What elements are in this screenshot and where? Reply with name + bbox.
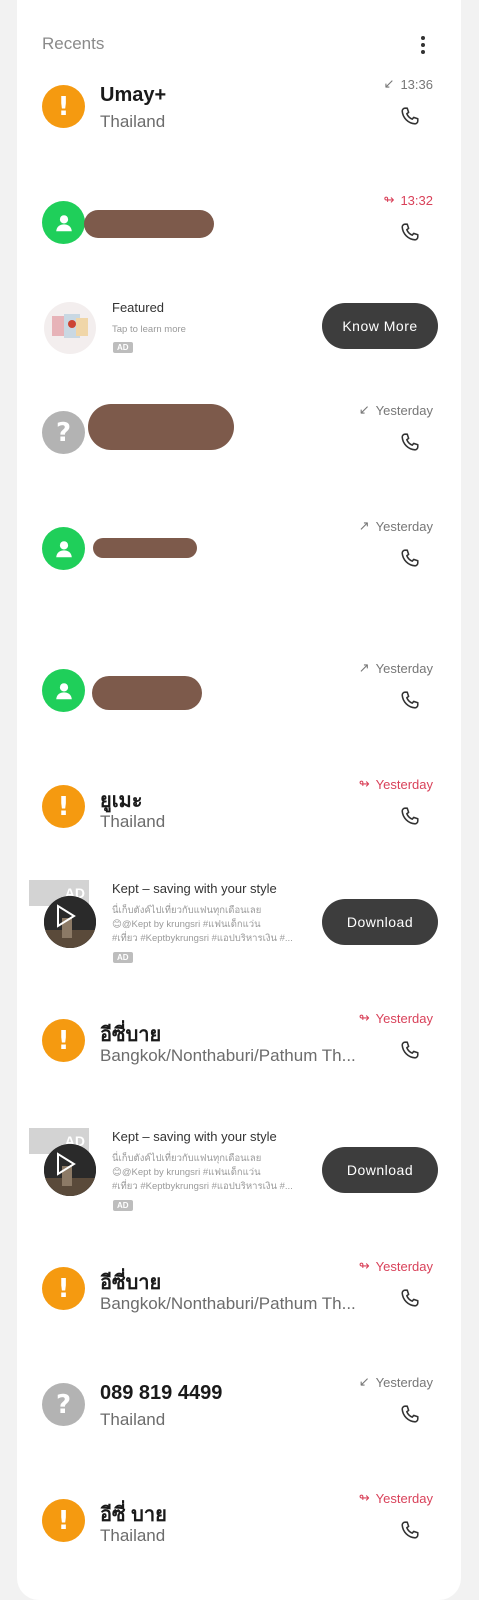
call-log-row[interactable]: ! อีซี่บาย Bangkok/Nonthaburi/Pathum Th.… — [0, 1006, 479, 1086]
call-log-row[interactable]: ? 089 819 4499 Thailand ↙ Yesterday — [0, 1370, 479, 1450]
call-time: ↬ Yesterday — [359, 1258, 433, 1274]
contact-location: Thailand — [100, 1526, 166, 1545]
contact-location: Thailand — [100, 1410, 166, 1429]
redacted-name — [93, 538, 197, 558]
call-log-row[interactable]: ↗ Yesterday — [0, 514, 479, 594]
call-time-text: Yesterday — [375, 518, 433, 534]
page-title: Recents — [42, 34, 105, 53]
contact-avatar-icon — [42, 669, 85, 712]
ad-badge: AD — [113, 342, 133, 353]
ad-description-line: #เที่ยว #Keptbykrungsri #แอปบริหารเงิน #… — [112, 1181, 293, 1192]
call-time: ↙ Yesterday — [359, 402, 433, 418]
redacted-name — [84, 210, 214, 238]
call-time: ↬ 13:32 — [384, 192, 433, 208]
call-log-row[interactable]: ! Umay+ Thailand ↙ 13:36 — [0, 72, 479, 152]
missed-call-icon: ↬ — [358, 1010, 370, 1025]
incoming-call-icon: ↙ — [358, 402, 370, 417]
missed-call-icon: ↬ — [358, 776, 370, 791]
ad-thumbnail — [44, 302, 96, 354]
spam-warning-icon: ! — [42, 1019, 85, 1062]
kept-ad[interactable]: AD Kept – saving with your style นี่เก็บ… — [0, 1126, 479, 1222]
ad-title: Kept – saving with your style — [112, 881, 277, 896]
call-time: ↬ Yesterday — [359, 1490, 433, 1506]
incoming-call-icon: ↙ — [383, 76, 395, 91]
download-button[interactable]: Download — [322, 899, 438, 945]
ad-title: Kept – saving with your style — [112, 1129, 277, 1144]
phone-call-icon[interactable] — [399, 431, 421, 453]
call-log-row[interactable]: ↬ 13:32 — [0, 188, 479, 268]
call-log-row[interactable]: ! อีซี่ บาย Thailand ↬ Yesterday — [0, 1486, 479, 1566]
call-time: ↗ Yesterday — [359, 518, 433, 534]
call-time-text: 13:36 — [400, 76, 433, 92]
contact-location: Bangkok/Nonthaburi/Pathum Th... — [100, 1294, 356, 1313]
call-time-text: Yesterday — [375, 776, 433, 792]
outgoing-call-icon: ↗ — [358, 518, 370, 533]
unknown-caller-icon: ? — [42, 411, 85, 454]
phone-call-icon[interactable] — [399, 105, 421, 127]
phone-call-icon[interactable] — [399, 805, 421, 827]
contact-name: Umay+ — [100, 84, 167, 106]
missed-call-icon: ↬ — [358, 1490, 370, 1505]
featured-ad[interactable]: Featured Tap to learn more AD Know More — [0, 290, 479, 370]
call-time-text: Yesterday — [375, 660, 433, 676]
call-log-row[interactable]: ! อีซี่บาย Bangkok/Nonthaburi/Pathum Th.… — [0, 1254, 479, 1334]
ad-description-line: นี่เก็บตังค์ไปเที่ยวกับแฟนทุกเดือนเลย — [112, 905, 262, 916]
outgoing-call-icon: ↗ — [358, 660, 370, 675]
call-log-row[interactable]: ↗ Yesterday — [0, 656, 479, 736]
kept-ad[interactable]: AD Kept – saving with your style นี่เก็บ… — [0, 878, 479, 974]
recents-header: Recents — [42, 34, 442, 58]
contact-avatar-icon — [42, 527, 85, 570]
ad-description-line: #เที่ยว #Keptbykrungsri #แอปบริหารเงิน #… — [112, 933, 293, 944]
ad-badge: AD — [113, 952, 133, 963]
ad-description-line: 😊@Kept by krungsri #แฟนเด็กแว่น — [112, 1167, 261, 1178]
ad-description-line: 😊@Kept by krungsri #แฟนเด็กแว่น — [112, 919, 261, 930]
unknown-caller-icon: ? — [42, 1383, 85, 1426]
contact-avatar-icon — [42, 201, 85, 244]
call-time-text: Yesterday — [375, 1258, 433, 1274]
call-time: ↙ 13:36 — [384, 76, 433, 92]
video-thumbnail — [44, 896, 96, 948]
call-time-text: Yesterday — [375, 402, 433, 418]
spam-warning-icon: ! — [42, 1499, 85, 1542]
phone-call-icon[interactable] — [399, 1287, 421, 1309]
call-time: ↙ Yesterday — [359, 1374, 433, 1390]
redacted-name — [92, 676, 202, 710]
phone-call-icon[interactable] — [399, 1519, 421, 1541]
call-time: ↬ Yesterday — [359, 1010, 433, 1026]
phone-call-icon[interactable] — [399, 689, 421, 711]
ad-description: Tap to learn more — [112, 324, 186, 335]
phone-call-icon[interactable] — [399, 1039, 421, 1061]
video-thumbnail — [44, 1144, 96, 1196]
call-log-row[interactable]: ? ↙ Yesterday — [0, 398, 479, 478]
contact-location: Thailand — [100, 812, 166, 831]
missed-call-icon: ↬ — [358, 1258, 370, 1273]
ad-description-line: นี่เก็บตังค์ไปเที่ยวกับแฟนทุกเดือนเลย — [112, 1153, 262, 1164]
redacted-name — [88, 404, 234, 450]
know-more-button[interactable]: Know More — [322, 303, 438, 349]
phone-call-icon[interactable] — [399, 221, 421, 243]
spam-warning-icon: ! — [42, 1267, 85, 1310]
download-button[interactable]: Download — [322, 1147, 438, 1193]
contact-location: Thailand — [100, 112, 166, 131]
call-time-text: 13:32 — [400, 192, 433, 208]
call-time: ↬ Yesterday — [359, 776, 433, 792]
missed-call-icon: ↬ — [383, 192, 395, 207]
contact-location: Bangkok/Nonthaburi/Pathum Th... — [100, 1046, 356, 1065]
phone-call-icon[interactable] — [399, 1403, 421, 1425]
ad-badge: AD — [113, 1200, 133, 1211]
more-options-icon[interactable] — [420, 34, 426, 56]
call-time: ↗ Yesterday — [359, 660, 433, 676]
incoming-call-icon: ↙ — [358, 1374, 370, 1389]
call-time-text: Yesterday — [375, 1010, 433, 1026]
contact-name: 089 819 4499 — [100, 1382, 223, 1404]
call-time-text: Yesterday — [375, 1490, 433, 1506]
ad-title: Featured — [112, 300, 165, 315]
call-time-text: Yesterday — [375, 1374, 433, 1390]
spam-warning-icon: ! — [42, 85, 85, 128]
phone-call-icon[interactable] — [399, 547, 421, 569]
call-log-row[interactable]: ! ยูเมะ Thailand ↬ Yesterday — [0, 772, 479, 852]
spam-warning-icon: ! — [42, 785, 85, 828]
